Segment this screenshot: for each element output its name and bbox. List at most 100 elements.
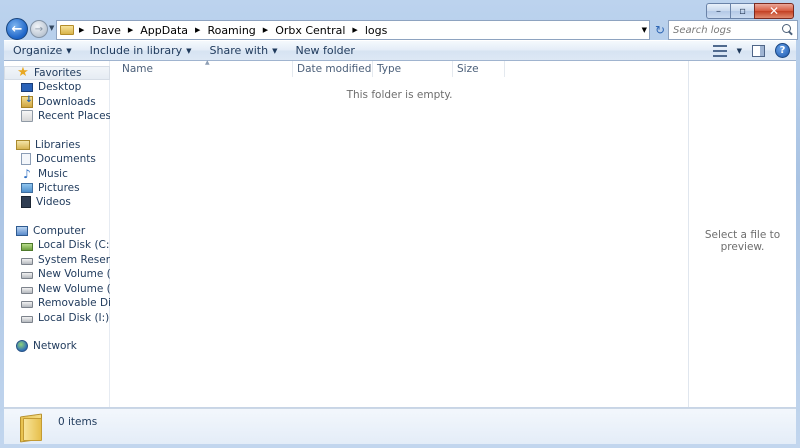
nav-recent-places[interactable]: Recent Places (4, 109, 110, 123)
nav-drive-i[interactable]: Local Disk (I:) (4, 311, 110, 325)
nav-label: Documents (36, 153, 96, 165)
maximize-icon: ▫ (739, 5, 746, 17)
breadcrumb-item[interactable]: logs (365, 24, 388, 37)
column-header-name[interactable]: Name (111, 61, 293, 77)
star-icon: ★ (17, 66, 29, 80)
drive-icon (21, 272, 33, 279)
nav-label: Desktop (38, 81, 82, 93)
search-box[interactable] (668, 20, 798, 40)
share-with-button[interactable]: Share with ▼ (201, 41, 287, 60)
organize-button[interactable]: Organize ▼ (4, 41, 81, 60)
nav-label: New Volume (G:) (38, 283, 110, 295)
libraries-icon (16, 140, 30, 150)
nav-label: Libraries (35, 139, 81, 151)
navigation-bar: ← → ▼ ▶ Dave ▶ AppData ▶ Roaming ▶ Orbx Cen… (4, 18, 798, 40)
nav-label: Computer (33, 225, 86, 237)
videos-icon (21, 196, 31, 208)
new-folder-label: New folder (295, 44, 355, 57)
chevron-down-icon: ▼ (66, 46, 72, 55)
nav-drive-h[interactable]: Removable Disk (H:) (4, 296, 110, 310)
nav-libraries[interactable]: Libraries (4, 138, 110, 152)
nav-label: Removable Disk (H:) (38, 297, 110, 309)
search-input[interactable] (673, 24, 781, 36)
back-arrow-icon: ← (11, 21, 23, 37)
include-in-library-label: Include in library (89, 44, 183, 57)
nav-drive-e[interactable]: New Volume (E:) (4, 267, 110, 281)
preview-pane: Select a file to preview. (688, 61, 796, 407)
drive-icon (21, 316, 33, 323)
nav-favorites[interactable]: ★ Favorites (4, 66, 110, 80)
back-button[interactable]: ← (6, 18, 28, 40)
view-options-dropdown[interactable]: ▼ (737, 47, 742, 55)
pictures-icon (21, 183, 33, 193)
nav-documents[interactable]: Documents (4, 152, 110, 166)
organize-label: Organize (13, 44, 63, 57)
column-header-type[interactable]: Type (373, 61, 453, 77)
command-bar-tools: ▼ ? (712, 43, 790, 58)
column-header-date-modified[interactable]: Date modified (293, 61, 373, 77)
drive-icon (21, 287, 33, 294)
removable-drive-icon (21, 301, 33, 308)
address-dropdown-icon[interactable]: ▼ (642, 26, 647, 34)
nav-pictures[interactable]: Pictures (4, 181, 110, 195)
music-icon: ♪ (23, 167, 31, 181)
nav-label: Local Disk (I:) (38, 312, 110, 324)
breadcrumb-separator-icon[interactable]: ▶ (263, 26, 268, 34)
file-list: ▲ Name Date modified Type Size This fold… (111, 59, 688, 407)
address-bar[interactable]: ▶ Dave ▶ AppData ▶ Roaming ▶ Orbx Central ▶ … (56, 20, 650, 40)
refresh-icon: ↻ (654, 23, 666, 37)
nav-videos[interactable]: Videos (4, 195, 110, 209)
column-header-size[interactable]: Size (453, 61, 505, 77)
recent-places-icon (21, 110, 33, 122)
share-with-label: Share with (209, 44, 269, 57)
documents-icon (21, 153, 31, 165)
help-icon[interactable]: ? (775, 43, 790, 58)
breadcrumb-separator-icon[interactable]: ▶ (79, 26, 84, 34)
nav-drive-c[interactable]: Local Disk (C:) (4, 238, 110, 252)
breadcrumb-separator-icon[interactable]: ▶ (128, 26, 133, 34)
nav-label: Music (38, 168, 68, 180)
breadcrumb-item[interactable]: AppData (140, 24, 188, 37)
nav-music[interactable]: ♪ Music (4, 167, 110, 181)
recent-pages-dropdown[interactable]: ▼ (49, 24, 54, 32)
forward-button[interactable]: → (30, 20, 48, 38)
breadcrumb-separator-icon[interactable]: ▶ (352, 26, 357, 34)
nav-label: Videos (36, 196, 71, 208)
nav-drive-d[interactable]: System Reserved (D:) (4, 253, 110, 267)
breadcrumb-item[interactable]: Dave (92, 24, 121, 37)
nav-label: Network (33, 340, 77, 352)
details-pane: 0 items (4, 408, 796, 444)
nav-drive-g[interactable]: New Volume (G:) (4, 282, 110, 296)
new-folder-button[interactable]: New folder (286, 41, 363, 60)
breadcrumb-item[interactable]: Roaming (207, 24, 255, 37)
breadcrumb-item[interactable]: Orbx Central (275, 24, 345, 37)
preview-pane-icon[interactable] (752, 44, 765, 57)
nav-desktop[interactable]: Desktop (4, 80, 110, 94)
column-label: Date modified (297, 63, 372, 75)
nav-label: Downloads (38, 96, 96, 108)
refresh-button[interactable]: ↻ (652, 22, 668, 38)
close-button[interactable]: ✕ (754, 3, 794, 19)
preview-message: Select a file to preview. (704, 229, 781, 253)
change-view-icon[interactable] (712, 44, 727, 57)
nav-computer[interactable]: Computer (4, 224, 110, 238)
include-in-library-button[interactable]: Include in library ▼ (81, 41, 201, 60)
search-icon[interactable] (781, 24, 793, 36)
drive-icon (21, 258, 33, 265)
navigation-pane: ★ Favorites Desktop Downloads Recent Plac… (4, 61, 110, 407)
close-icon: ✕ (768, 4, 780, 18)
chevron-down-icon: ▼ (186, 46, 192, 55)
folder-icon (60, 25, 74, 35)
explorer-window: – ▫ ✕ ← → ▼ ▶ Dave ▶ AppData ▶ Roaming ▶ Or… (0, 0, 800, 448)
column-label: Type (377, 63, 402, 75)
minimize-button[interactable]: – (706, 3, 730, 19)
nav-label: System Reserved (D:) (38, 254, 110, 266)
nav-network[interactable]: Network (4, 339, 110, 353)
system-drive-icon (21, 242, 33, 251)
breadcrumb-separator-icon[interactable]: ▶ (195, 26, 200, 34)
main-area: ★ Favorites Desktop Downloads Recent Plac… (4, 59, 796, 408)
caption-buttons: – ▫ ✕ (706, 3, 794, 19)
command-bar: Organize ▼ Include in library ▼ Share with… (4, 40, 796, 61)
maximize-button[interactable]: ▫ (730, 3, 754, 19)
nav-downloads[interactable]: Downloads (4, 95, 110, 109)
